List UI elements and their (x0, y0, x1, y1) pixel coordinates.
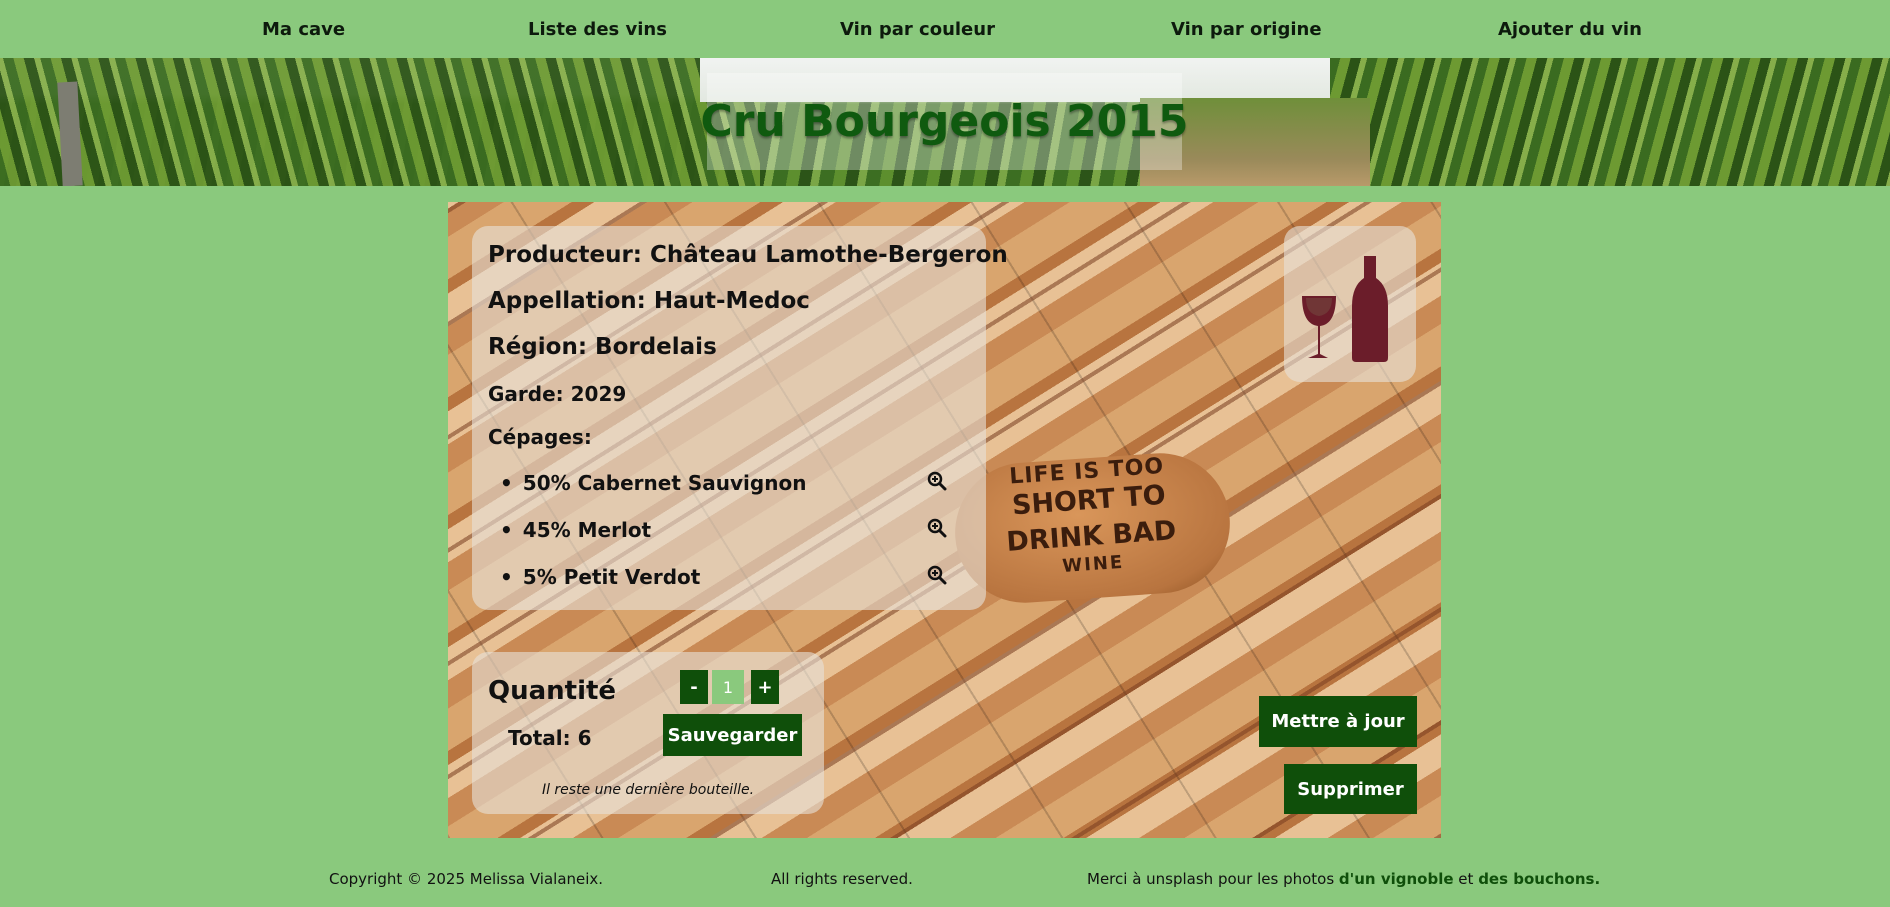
quantity-card: Quantité - 1 + Sauvegarder Total: 6 Il r… (472, 652, 824, 814)
rights-text: All rights reserved. (771, 870, 913, 888)
zoom-in-icon[interactable] (927, 471, 947, 491)
copyright-text: Copyright © 2025 Melissa Vialaneix. (329, 870, 604, 888)
page-title: Cru Bourgeois 2015 (700, 96, 1189, 147)
nav-ajouter-du-vin[interactable]: Ajouter du vin (1498, 19, 1642, 40)
credits-text: Merci à unsplash pour les photos d'un vi… (1087, 870, 1600, 888)
page-title-box: Cru Bourgeois 2015 (700, 73, 1189, 170)
quantity-input[interactable]: 1 (712, 670, 744, 704)
cork-inscription: LIFE IS TOO SHORT TO DRINK BAD WINE (981, 453, 1198, 582)
update-button[interactable]: Mettre à jour (1259, 696, 1417, 747)
increment-button[interactable]: + (751, 670, 779, 704)
delete-button[interactable]: Supprimer (1284, 764, 1417, 814)
quantity-label: Quantité (488, 676, 617, 706)
credits-and: et (1453, 870, 1479, 888)
producer-text: Producteur: Château Lamothe-Bergeron (488, 242, 1008, 268)
save-button[interactable]: Sauvegarder (663, 714, 802, 756)
region-text: Région: Bordelais (488, 334, 717, 360)
cepages-label: Cépages: (488, 425, 592, 449)
wine-type-card (1284, 226, 1416, 382)
decrement-button[interactable]: - (680, 670, 708, 704)
wine-glass-bottle-icon (1302, 256, 1388, 362)
nav-vin-par-couleur[interactable]: Vin par couleur (840, 19, 995, 40)
total-count: Total: 6 (508, 726, 592, 750)
zoom-in-icon[interactable] (927, 565, 947, 585)
vineyard-right (1330, 58, 1890, 186)
appellation-text: Appellation: Haut-Medoc (488, 288, 810, 314)
cepage-item: 45% Merlot (500, 518, 651, 542)
stock-note: Il reste une dernière bouteille. (541, 782, 755, 798)
garde-text: Garde: 2029 (488, 382, 627, 406)
wine-info-card: Producteur: Château Lamothe-Bergeron App… (472, 226, 1008, 610)
zoom-in-icon[interactable] (927, 518, 947, 538)
bouchons-link[interactable]: des bouchons. (1478, 870, 1600, 888)
cepage-item: 50% Cabernet Sauvignon (500, 471, 807, 495)
nav-vin-par-origine[interactable]: Vin par origine (1171, 19, 1322, 40)
top-navigation: Ma cave Liste des vins Vin par couleur V… (0, 0, 1890, 58)
nav-ma-cave[interactable]: Ma cave (262, 19, 345, 40)
credits-prefix: Merci à unsplash pour les photos (1087, 870, 1339, 888)
cepage-item: 5% Petit Verdot (500, 565, 701, 589)
vineyard-left (0, 58, 760, 186)
nav-liste-des-vins[interactable]: Liste des vins (528, 19, 667, 40)
vignoble-link[interactable]: d'un vignoble (1339, 870, 1454, 888)
